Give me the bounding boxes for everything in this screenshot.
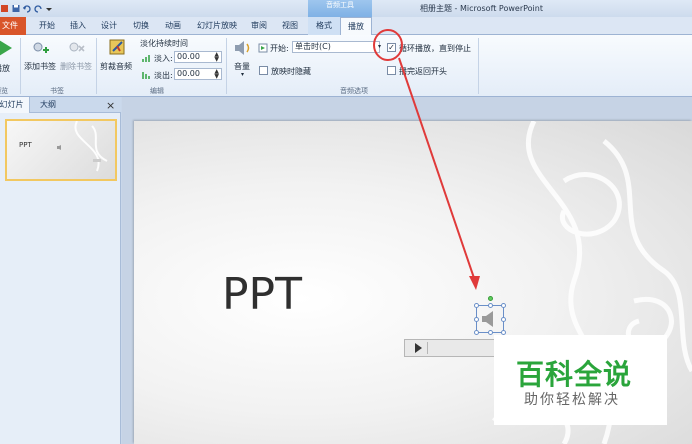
- resize-handle[interactable]: [474, 330, 479, 335]
- group-bookmarks-title: 书签: [50, 87, 64, 95]
- resize-handle[interactable]: [474, 303, 479, 308]
- close-icon[interactable]: ×: [106, 99, 115, 112]
- fade-out-spinner[interactable]: 00.00 ▲ ▼: [174, 68, 222, 80]
- start-icon: [258, 43, 268, 53]
- thumbnail-title: PPT: [19, 141, 32, 149]
- save-icon[interactable]: [12, 4, 20, 13]
- play-button-label[interactable]: 播放: [0, 63, 10, 74]
- title-bar: 音频工具 相册主题 - Microsoft PowerPoint: [0, 0, 692, 17]
- play-icon: [415, 343, 422, 353]
- volume-icon[interactable]: [233, 38, 253, 58]
- start-value: 单击时(C): [295, 42, 331, 51]
- watermark-subtitle: 助你轻松解决: [524, 392, 620, 408]
- tab-insert[interactable]: 插入: [64, 17, 92, 35]
- window-title: 相册主题 - Microsoft PowerPoint: [420, 4, 543, 13]
- spinner-arrows-icon[interactable]: ▲ ▼: [214, 69, 219, 80]
- rewind-after-playing-checkbox[interactable]: [387, 66, 396, 75]
- fade-in-label: 淡入:: [154, 54, 173, 63]
- spinner-arrows-icon[interactable]: ▲ ▼: [214, 52, 219, 63]
- fade-in-spinner[interactable]: 00.00 ▲ ▼: [174, 51, 222, 63]
- start-label: 开始:: [270, 44, 289, 53]
- ribbon-playback: 播放 预览 添加书签 删除书签 书签 剪裁音频 淡化持续时间 淡入: 00.00…: [0, 35, 692, 97]
- slide-title[interactable]: PPT: [222, 269, 302, 320]
- resize-handle[interactable]: [501, 317, 506, 322]
- tab-slides[interactable]: 幻灯片: [0, 97, 30, 113]
- redo-icon[interactable]: [34, 4, 42, 13]
- group-separator: [226, 38, 227, 94]
- slide-thumbnail[interactable]: PPT: [5, 119, 117, 181]
- audio-tools-context-label: 音频工具: [308, 0, 372, 17]
- group-audio-options-title: 音频选项: [340, 87, 368, 95]
- tab-animations[interactable]: 动画: [159, 17, 187, 35]
- tab-outline[interactable]: 大纲: [30, 97, 66, 113]
- tab-home[interactable]: 开始: [32, 17, 62, 35]
- fade-out-label: 淡出:: [154, 71, 173, 80]
- tab-design[interactable]: 设计: [95, 17, 123, 35]
- play-icon[interactable]: [0, 38, 16, 58]
- add-bookmark-button[interactable]: 添加书签: [24, 61, 56, 72]
- tab-view[interactable]: 视图: [276, 17, 304, 35]
- tab-transitions[interactable]: 切换: [127, 17, 155, 35]
- tab-review[interactable]: 审阅: [245, 17, 273, 35]
- ppt-app-icon: [1, 4, 8, 12]
- fade-out-value: 00.00: [177, 69, 200, 78]
- tab-format[interactable]: 格式: [308, 17, 340, 35]
- loop-until-stopped-label: 循环播放，直到停止: [399, 44, 471, 53]
- ribbon-tab-row: 文件 开始 插入 设计 切换 动画 幻灯片放映 审阅 视图 格式 播放: [0, 17, 692, 36]
- remove-bookmark-icon[interactable]: [66, 38, 86, 58]
- fade-out-icon: [142, 72, 150, 79]
- start-dropdown-arrow-icon[interactable]: ▾: [378, 43, 381, 50]
- watermark-title: 百科全说: [516, 358, 633, 391]
- trim-audio-icon[interactable]: [108, 37, 128, 57]
- rotate-handle[interactable]: [488, 296, 493, 301]
- resize-handle[interactable]: [474, 317, 479, 322]
- add-bookmark-icon[interactable]: [30, 38, 50, 58]
- fade-in-value: 00.00: [177, 52, 200, 61]
- slides-pane-tabs: 幻灯片 大纲 ×: [0, 97, 121, 113]
- volume-dropdown-icon[interactable]: ▾: [241, 71, 244, 78]
- trim-audio-button[interactable]: 剪裁音频: [100, 61, 132, 72]
- watermark: 百科全说 助你轻松解决: [494, 335, 667, 425]
- audio-object[interactable]: [474, 296, 506, 335]
- resize-handle[interactable]: [488, 303, 493, 308]
- thumbnail-swirl-decoration: [74, 121, 108, 172]
- start-dropdown[interactable]: 单击时(C): [292, 41, 380, 53]
- group-separator: [96, 38, 97, 94]
- tab-file[interactable]: 文件: [0, 17, 26, 35]
- resize-handle[interactable]: [488, 330, 493, 335]
- group-separator: [478, 38, 479, 94]
- group-separator: [20, 38, 21, 94]
- fade-duration-label: 淡化持续时间: [140, 39, 188, 48]
- rewind-after-playing-label: 播完返回开头: [399, 67, 447, 76]
- hide-during-show-checkbox[interactable]: [259, 66, 268, 75]
- quick-access-toolbar: [0, 1, 53, 15]
- loop-until-stopped-checkbox[interactable]: ✓: [387, 43, 396, 52]
- tab-playback[interactable]: 播放: [340, 17, 372, 36]
- remove-bookmark-button[interactable]: 删除书签: [60, 61, 92, 72]
- speaker-icon: [482, 311, 493, 327]
- checkmark-icon: ✓: [388, 43, 395, 52]
- resize-handle[interactable]: [501, 303, 506, 308]
- fade-in-icon: [142, 55, 150, 62]
- group-editing-title: 编辑: [150, 87, 164, 95]
- tab-slideshow[interactable]: 幻灯片放映: [191, 17, 243, 35]
- hide-during-show-label: 放映时隐藏: [271, 67, 311, 76]
- slides-pane: 幻灯片 大纲 × PPT: [0, 97, 121, 444]
- player-play-button[interactable]: [408, 342, 428, 354]
- undo-icon[interactable]: [23, 4, 31, 13]
- group-preview-title: 预览: [0, 87, 8, 95]
- customize-qat-icon[interactable]: [45, 4, 53, 13]
- thumbnail-audio-icon: [57, 145, 61, 150]
- thumbnail-player: [93, 159, 101, 162]
